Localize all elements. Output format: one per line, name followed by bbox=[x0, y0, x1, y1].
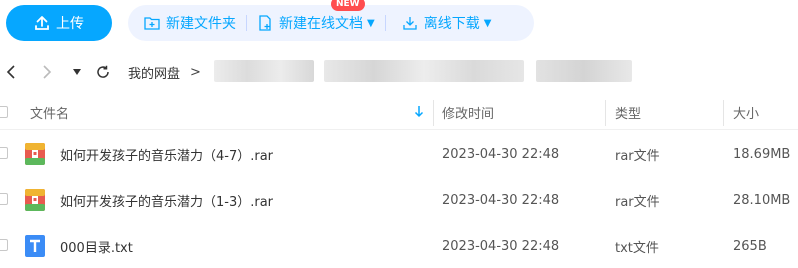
redacted-path bbox=[324, 60, 524, 82]
row-checkbox[interactable] bbox=[0, 239, 8, 251]
chevron-down-icon: ▼ bbox=[483, 17, 492, 29]
action-group: 新建文件夹 新建在线文档 ▼ NEW 离线下载 ▼ bbox=[128, 0, 534, 41]
offline-download-button[interactable]: 离线下载 ▼ bbox=[386, 5, 502, 41]
breadcrumb-root[interactable]: 我的网盘 bbox=[128, 63, 180, 82]
new-folder-icon bbox=[144, 17, 160, 30]
file-size: 265B bbox=[733, 238, 767, 254]
history-dropdown-icon[interactable] bbox=[66, 61, 88, 83]
file-name[interactable]: 如何开发孩子的音乐潜力（1-3）.rar bbox=[60, 176, 273, 224]
select-all-checkbox[interactable] bbox=[0, 106, 8, 118]
table-row[interactable]: 如何开发孩子的音乐潜力（4-7）.rar 2023-04-30 22:48 ra… bbox=[0, 130, 798, 178]
file-type: rar文件 bbox=[615, 194, 660, 210]
column-divider[interactable] bbox=[433, 100, 434, 126]
new-folder-button[interactable]: 新建文件夹 bbox=[128, 5, 246, 41]
file-name[interactable]: 如何开发孩子的音乐潜力（4-7）.rar bbox=[60, 130, 273, 178]
file-modified: 2023-04-30 22:48 bbox=[442, 192, 560, 208]
table-header: 文件名 修改时间 类型 大小 bbox=[0, 94, 798, 130]
text-file-icon bbox=[25, 235, 45, 257]
column-divider[interactable] bbox=[723, 100, 724, 126]
file-name[interactable]: 000目录.txt bbox=[60, 222, 133, 268]
archive-icon bbox=[25, 189, 45, 211]
archive-icon bbox=[25, 143, 45, 165]
row-checkbox[interactable] bbox=[0, 193, 8, 205]
online-doc-icon bbox=[259, 15, 271, 31]
upload-label: 上传 bbox=[56, 16, 84, 32]
column-header-type[interactable]: 类型 bbox=[615, 94, 641, 130]
chevron-down-icon: ▼ bbox=[367, 17, 375, 29]
column-header-name[interactable]: 文件名 bbox=[30, 94, 69, 130]
new-folder-label: 新建文件夹 bbox=[166, 16, 236, 32]
file-modified: 2023-04-30 22:48 bbox=[442, 146, 560, 162]
toolbar: 上传 新建文件夹 新建在线文档 ▼ NEW 离线下载 ▼ bbox=[0, 0, 798, 48]
file-type: txt文件 bbox=[615, 240, 659, 256]
column-divider[interactable] bbox=[605, 100, 606, 126]
upload-icon bbox=[35, 16, 49, 30]
sort-icon[interactable] bbox=[414, 94, 424, 130]
forward-icon[interactable] bbox=[36, 61, 58, 83]
refresh-icon[interactable] bbox=[92, 61, 114, 83]
table-row[interactable]: 000目录.txt 2023-04-30 22:48 txt文件 265B bbox=[0, 222, 798, 268]
new-badge: NEW bbox=[331, 0, 365, 11]
redacted-path bbox=[536, 60, 632, 82]
file-type: rar文件 bbox=[615, 148, 660, 164]
file-modified: 2023-04-30 22:48 bbox=[442, 238, 560, 254]
column-header-size[interactable]: 大小 bbox=[733, 94, 759, 130]
offline-download-label: 离线下载 bbox=[423, 16, 480, 32]
redacted-path bbox=[214, 60, 314, 82]
file-size: 28.10MB bbox=[733, 192, 791, 208]
back-icon[interactable] bbox=[0, 61, 22, 83]
file-size: 18.69MB bbox=[733, 146, 791, 162]
upload-button[interactable]: 上传 bbox=[6, 5, 112, 41]
download-icon bbox=[403, 17, 417, 30]
new-online-doc-button[interactable]: 新建在线文档 ▼ NEW bbox=[247, 0, 385, 41]
table-row[interactable]: 如何开发孩子的音乐潜力（1-3）.rar 2023-04-30 22:48 ra… bbox=[0, 176, 798, 224]
breadcrumb-separator: > bbox=[190, 64, 201, 80]
column-header-modified[interactable]: 修改时间 bbox=[442, 94, 494, 130]
row-checkbox[interactable] bbox=[0, 147, 8, 159]
new-online-doc-label: 新建在线文档 bbox=[279, 16, 363, 32]
